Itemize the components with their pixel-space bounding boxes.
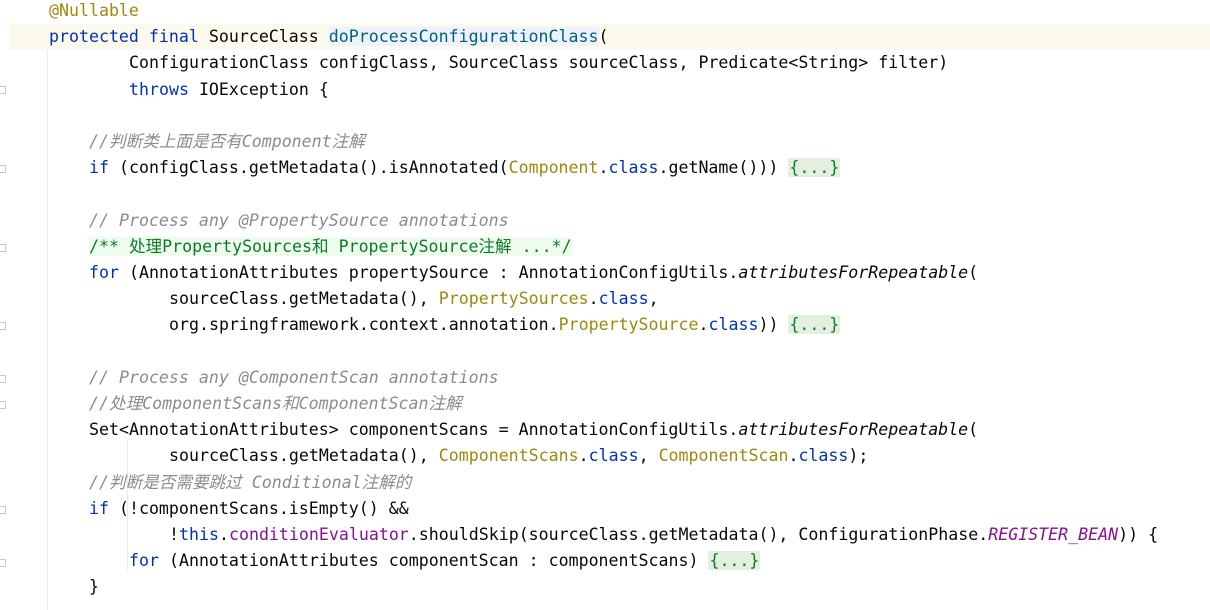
fold-marker-icon[interactable] (0, 401, 6, 409)
code-comment: // Process any @PropertySource annotatio… (89, 210, 509, 230)
code-token: . (788, 446, 799, 466)
code-token: } (89, 577, 99, 597)
code-token: org.springframework.context.annotation. (169, 315, 559, 335)
code-token: conditionEvaluator (228, 525, 409, 544)
code-comment: //处理ComponentScans和ComponentScan注解 (89, 394, 462, 413)
code-token: (AnnotationAttributes propertySource : A… (118, 263, 739, 282)
code-token: if (89, 498, 109, 518)
code-line[interactable]: //判断类上面是否有Component注解 (9, 129, 1210, 155)
fold-marker-icon[interactable] (0, 506, 6, 514)
folded-code-region[interactable]: {...} (788, 315, 841, 335)
code-token: PropertySource (558, 315, 699, 335)
code-line[interactable]: org.springframework.context.annotation.P… (9, 312, 1210, 338)
code-token: ( (968, 420, 979, 440)
code-token: (AnnotationAttributes componentScan : co… (158, 551, 709, 571)
code-token: Set<AnnotationAttributes> componentScans… (89, 420, 739, 440)
code-token: sourceClass.getMetadata(), (169, 289, 439, 309)
code-token: class (608, 158, 659, 178)
code-token: final (148, 27, 199, 47)
code-token: . (698, 315, 709, 335)
code-token: . (598, 158, 609, 178)
code-line[interactable]: for (AnnotationAttributes componentScan … (9, 548, 1210, 574)
doc-comment: /** 处理PropertySources和 PropertySource注解 … (89, 236, 572, 256)
code-line[interactable]: if (configClass.getMetadata().isAnnotate… (9, 155, 1210, 181)
code-token: . (218, 525, 229, 544)
code-token: for (129, 551, 159, 571)
fold-marker-icon[interactable] (0, 375, 6, 383)
code-token: ComponentScans (438, 446, 579, 466)
folded-code-region[interactable]: {...} (708, 551, 761, 571)
code-line[interactable]: throws IOException { (9, 77, 1210, 103)
code-line[interactable]: Set<AnnotationAttributes> componentScans… (9, 417, 1210, 443)
code-token: class (588, 446, 639, 466)
code-token: .getName())) (658, 158, 789, 178)
fold-marker-icon[interactable] (0, 559, 6, 567)
code-token: ); (848, 446, 869, 466)
code-token: class (708, 315, 759, 335)
code-token: . (588, 289, 599, 309)
code-line[interactable]: //处理ComponentScans和ComponentScan注解 (9, 391, 1210, 417)
code-token: , (648, 289, 659, 309)
code-token: )) (758, 315, 789, 335)
code-line[interactable]: // Process any @PropertySource annotatio… (9, 208, 1210, 234)
code-token: .shouldSkip(sourceClass.getMetadata(), C… (408, 525, 989, 544)
code-comment: //判断是否需要跳过 Conditional注解的 (89, 472, 412, 492)
code-token: this (179, 525, 219, 544)
code-token: Component (508, 158, 599, 178)
fold-marker-icon[interactable] (0, 244, 6, 252)
code-line[interactable]: for (AnnotationAttributes propertySource… (9, 260, 1210, 286)
fold-marker-icon[interactable] (0, 322, 6, 330)
code-token: (configClass.getMetadata().isAnnotated( (108, 158, 509, 178)
code-line[interactable] (9, 339, 1210, 365)
code-token: doProcessConfigurationClass (328, 27, 599, 47)
code-token: ( (598, 27, 609, 47)
code-token: class (798, 446, 849, 466)
code-token: class (598, 289, 649, 309)
code-token: , (638, 446, 659, 466)
code-token: for (89, 263, 119, 282)
code-token: throws (129, 79, 189, 99)
code-line[interactable]: ConfigurationClass configClass, SourceCl… (9, 50, 1210, 76)
code-comment: // Process any @ComponentScan annotation… (89, 367, 499, 387)
code-token: ! (169, 525, 179, 544)
code-token: PropertySources (438, 289, 589, 309)
code-line[interactable]: protected final SourceClass doProcessCon… (9, 24, 1210, 51)
code-comment: //判断类上面是否有Component注解 (89, 132, 365, 151)
fold-marker-icon[interactable] (0, 86, 6, 94)
code-token: attributesForRepeatable (738, 420, 969, 440)
code-line[interactable]: sourceClass.getMetadata(), ComponentScan… (9, 443, 1210, 469)
code-token: ConfigurationClass configClass, SourceCl… (129, 53, 949, 73)
code-editor[interactable]: @Nullable protected final SourceClass doP… (9, 0, 1210, 610)
editor-gutter (0, 0, 6, 610)
code-line[interactable]: // Process any @ComponentScan annotation… (9, 365, 1210, 391)
code-token: protected (49, 27, 139, 47)
code-line[interactable]: @Nullable (9, 0, 1210, 24)
code-line[interactable]: !this.conditionEvaluator.shouldSkip(sour… (9, 522, 1210, 548)
code-line[interactable] (9, 181, 1210, 207)
code-token: SourceClass (198, 27, 329, 47)
code-line[interactable]: /** 处理PropertySources和 PropertySource注解 … (9, 234, 1210, 260)
code-line[interactable]: } (9, 574, 1210, 600)
code-token: sourceClass.getMetadata(), (169, 446, 439, 466)
code-token: @Nullable (49, 1, 139, 20)
code-token: . (578, 446, 589, 466)
folded-code-region[interactable]: {...} (788, 158, 841, 178)
code-token: IOException { (188, 79, 329, 99)
code-token: attributesForRepeatable (738, 263, 969, 282)
code-token: ComponentScan (658, 446, 789, 466)
code-token: (!componentScans.isEmpty() && (108, 498, 409, 518)
code-line[interactable] (9, 103, 1210, 129)
code-line[interactable]: //判断是否需要跳过 Conditional注解的 (9, 470, 1210, 496)
code-token: )) { (1118, 525, 1159, 544)
code-line[interactable]: sourceClass.getMetadata(), PropertySourc… (9, 286, 1210, 312)
code-token: ( (968, 263, 979, 282)
code-token: REGISTER_BEAN (988, 525, 1119, 544)
fold-marker-icon[interactable] (0, 165, 6, 173)
code-line[interactable]: if (!componentScans.isEmpty() && (9, 496, 1210, 522)
code-token: if (89, 158, 109, 178)
